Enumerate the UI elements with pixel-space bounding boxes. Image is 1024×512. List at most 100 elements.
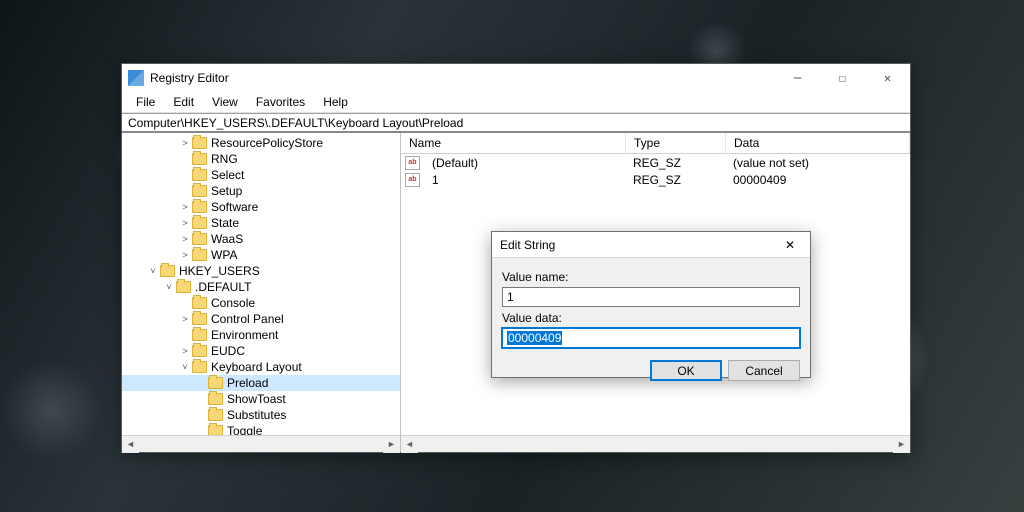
tree-node-label: Toggle xyxy=(227,424,262,435)
tree-node-label: RNG xyxy=(211,152,238,166)
col-data[interactable]: Data xyxy=(726,133,910,153)
tree-node-keyboard-layout[interactable]: ˅ Keyboard Layout xyxy=(122,359,400,375)
tree-node-label: State xyxy=(211,216,239,230)
tree-node-label: ResourcePolicyStore xyxy=(211,136,323,150)
tree-node-environment[interactable]: Environment xyxy=(122,327,400,343)
tree-node-toggle[interactable]: Toggle xyxy=(122,423,400,435)
folder-icon xyxy=(192,313,207,325)
tree-node-label: Software xyxy=(211,200,258,214)
tree-node-preload[interactable]: Preload xyxy=(122,375,400,391)
string-value-icon xyxy=(405,156,420,170)
folder-icon xyxy=(192,153,207,165)
dialog-close-button[interactable]: ✕ xyxy=(770,232,810,258)
expand-placeholder xyxy=(179,185,191,197)
cell-name: 1 xyxy=(424,173,625,187)
tree-node-eudc[interactable]: > EUDC xyxy=(122,343,400,359)
chevron-right-icon[interactable]: > xyxy=(179,345,191,357)
menu-view[interactable]: View xyxy=(204,93,246,111)
cell-type: REG_SZ xyxy=(625,173,725,187)
list-row[interactable]: (Default)REG_SZ(value not set) xyxy=(401,154,910,171)
expand-placeholder xyxy=(195,409,207,421)
menubar: File Edit View Favorites Help xyxy=(122,92,910,113)
tree-node-label: Environment xyxy=(211,328,278,342)
chevron-down-icon[interactable]: ˅ xyxy=(147,265,159,277)
tree-node-label: Setup xyxy=(211,184,242,198)
scroll-left-icon[interactable]: ◄ xyxy=(122,436,139,453)
folder-icon xyxy=(192,329,207,341)
tree-node-label: WPA xyxy=(211,248,237,262)
ok-button[interactable]: OK xyxy=(650,360,722,381)
tree-node-console[interactable]: Console xyxy=(122,295,400,311)
tree-node--default[interactable]: ˅.DEFAULT xyxy=(122,279,400,295)
chevron-down-icon[interactable]: ˅ xyxy=(179,361,191,373)
cell-data: (value not set) xyxy=(725,156,910,170)
chevron-right-icon[interactable]: > xyxy=(179,233,191,245)
tree-node-showtoast[interactable]: ShowToast xyxy=(122,391,400,407)
dialog-titlebar[interactable]: Edit String ✕ xyxy=(492,232,810,258)
tree-scroll[interactable]: > ResourcePolicyStore RNG Select Setup > Softw… xyxy=(122,133,400,435)
maximize-button[interactable]: ☐ xyxy=(820,64,865,92)
tree-node-select[interactable]: Select xyxy=(122,167,400,183)
tree-node-setup[interactable]: Setup xyxy=(122,183,400,199)
tree-node-software[interactable]: > Software xyxy=(122,199,400,215)
tree-node-rng[interactable]: RNG xyxy=(122,151,400,167)
tree-node-label: WaaS xyxy=(211,232,243,246)
minimize-button[interactable]: ─ xyxy=(775,64,820,92)
value-name-input[interactable] xyxy=(502,287,800,307)
address-bar[interactable]: Computer\HKEY_USERS\.DEFAULT\Keyboard La… xyxy=(122,113,910,133)
col-name[interactable]: Name xyxy=(401,133,626,153)
titlebar[interactable]: Registry Editor ─ ☐ ✕ xyxy=(122,64,910,92)
chevron-right-icon[interactable]: > xyxy=(179,137,191,149)
chevron-right-icon[interactable]: > xyxy=(179,201,191,213)
folder-icon xyxy=(192,201,207,213)
folder-icon xyxy=(208,393,223,405)
chevron-right-icon[interactable]: > xyxy=(179,217,191,229)
tree-node-hkey-users[interactable]: ˅ HKEY_USERS xyxy=(122,263,400,279)
tree-node-state[interactable]: > State xyxy=(122,215,400,231)
folder-icon xyxy=(176,281,191,293)
folder-icon xyxy=(192,185,207,197)
folder-icon xyxy=(208,377,223,389)
col-type[interactable]: Type xyxy=(626,133,726,153)
tree-pane: > ResourcePolicyStore RNG Select Setup > Softw… xyxy=(122,133,401,452)
scroll-left-icon[interactable]: ◄ xyxy=(401,436,418,453)
tree-node-resourcepolicystore[interactable]: > ResourcePolicyStore xyxy=(122,135,400,151)
app-icon xyxy=(128,70,144,86)
tree-node-label: EUDC xyxy=(211,344,245,358)
chevron-right-icon[interactable]: > xyxy=(179,249,191,261)
tree-node-substitutes[interactable]: Substitutes xyxy=(122,407,400,423)
tree-node-label: Substitutes xyxy=(227,408,286,422)
tree-node-label: Console xyxy=(211,296,255,310)
tree-node-label: Keyboard Layout xyxy=(211,360,302,374)
expand-placeholder xyxy=(179,297,191,309)
close-button[interactable]: ✕ xyxy=(865,64,910,92)
tree-node-label: Control Panel xyxy=(211,312,284,326)
expand-placeholder xyxy=(179,169,191,181)
tree-node-label: Preload xyxy=(227,376,268,390)
scroll-right-icon[interactable]: ► xyxy=(383,436,400,453)
expand-placeholder xyxy=(195,425,207,435)
chevron-right-icon[interactable]: > xyxy=(179,313,191,325)
tree-node-wpa[interactable]: > WPA xyxy=(122,247,400,263)
list-row[interactable]: 1REG_SZ00000409 xyxy=(401,171,910,188)
list-hscrollbar[interactable]: ◄ ► xyxy=(401,435,910,452)
tree-node-label: HKEY_USERS xyxy=(179,264,260,278)
menu-favorites[interactable]: Favorites xyxy=(248,93,313,111)
menu-file[interactable]: File xyxy=(128,93,163,111)
cell-name: (Default) xyxy=(424,156,625,170)
tree-node-waas[interactable]: > WaaS xyxy=(122,231,400,247)
tree-node-control-panel[interactable]: > Control Panel xyxy=(122,311,400,327)
window-title: Registry Editor xyxy=(150,71,775,85)
tree-hscrollbar[interactable]: ◄ ► xyxy=(122,435,400,452)
folder-icon xyxy=(192,249,207,261)
menu-edit[interactable]: Edit xyxy=(165,93,202,111)
cell-data: 00000409 xyxy=(725,173,910,187)
tree-node-label: Select xyxy=(211,168,244,182)
menu-help[interactable]: Help xyxy=(315,93,356,111)
edit-string-dialog: Edit String ✕ Value name: Value data: 00… xyxy=(491,231,811,378)
chevron-down-icon[interactable]: ˅ xyxy=(163,281,175,293)
cancel-button[interactable]: Cancel xyxy=(728,360,800,381)
value-data-input[interactable]: 00000409 xyxy=(502,328,800,348)
folder-icon xyxy=(192,169,207,181)
scroll-right-icon[interactable]: ► xyxy=(893,436,910,453)
